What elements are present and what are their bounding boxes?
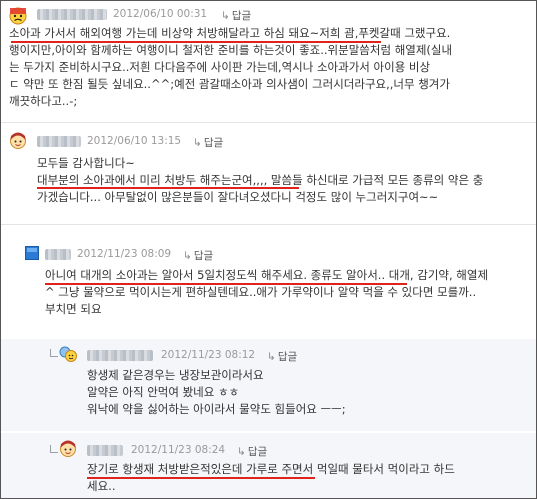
girl-face-avatar-icon [10,132,26,149]
reply-indent-marker [50,349,58,357]
reply-label: 답글 [193,250,214,262]
comment-line: 소아과 가서서 해외여행 가는데 비상약 처방해달라고 하심 돼요~저희 괌,푸… [9,26,451,40]
highlight-underline [11,41,381,43]
comment-line: 행이지만,아이와 함께하는 여행이니 철저한 준비를 하는것이 좋죠..위분말씀… [9,43,453,57]
comment-line: ^ 그냥 물약으로 먹이시는게 편하실텐데요..애가 가루약이나 알약 먹을 수… [45,285,477,299]
reply-arrow-icon: ↳ [183,250,192,262]
comment-line: 장기로 항생재 처방받은적있은데 가루로 주면서 먹일때 물타서 먹이라고 하드 [87,462,455,476]
reply-arrow-icon: ↳ [267,351,276,363]
comment-date: 2012/06/10 13:15 [87,135,182,147]
comment-body: 모두들 감사합니다~ 대부분의 소아과에서 미리 처방두 해주는군여,,,, 말… [37,155,483,206]
smiley-avatar-icon [59,346,77,362]
comment-line: 항생제 같은경우는 냉장보관이라서요 [87,368,264,382]
reply-arrow-icon: ↳ [221,10,230,22]
author-name-blurred[interactable] [45,249,71,260]
reply-label: 답글 [247,446,268,458]
comment-line: 는 두가지 준비하시구요..저흰 다다음주에 사이판 가는데,역시나 소아과가서… [9,60,431,74]
reply-label: 답글 [231,10,252,22]
author-name-blurred[interactable] [87,350,153,361]
reply-link[interactable]: ↳ 답글 [267,349,297,364]
comment-body: 아니여 대개의 소아과는 알아서 5일치정도씩 해주세요. 종류도 알아서.. … [45,267,488,318]
angry-face-avatar-icon [9,7,27,25]
reply-label: 답글 [203,137,224,149]
nested-reply-item: 2012/11/23 08:24 ↳ 답글 장기로 항생재 처방받은적있은데 가루… [1,433,536,498]
comment-line: 워낙에 약을 싫어하는 아이라서 물약도 힘들어요 ㅡㅡ; [87,402,346,416]
comment-date: 2012/06/10 00:31 [113,8,208,20]
author-name-blurred[interactable] [37,9,107,20]
highlight-underline [87,477,315,479]
reply-link[interactable]: ↳ 답글 [183,248,213,263]
author-name-blurred[interactable] [87,445,123,456]
comment-line: 아니여 대개의 소아과는 알아서 5일치정도씩 해주세요. 종류도 알아서.. … [45,268,489,282]
nested-reply-item: 2012/11/23 08:12 ↳ 답글 항생제 같은경우는 냉장보관이라서요 … [1,339,536,431]
comment-body: 소아과 가서서 해외여행 가는데 비상약 처방해달라고 하심 돼요~저희 괌,푸… [9,25,452,110]
comment-line: ㄷ 약만 또 한짐 될듯 싶네요..^^;예전 괌갈때소아과 의사샘이 그러시더… [9,77,450,91]
comment-line: 부치면 되요 [45,302,102,316]
comment-date: 2012/11/23 08:24 [131,444,226,456]
reply-link[interactable]: ↳ 답글 [237,444,267,459]
reply-link[interactable]: ↳ 답글 [193,135,223,150]
default-avatar-icon [25,246,39,260]
divider [1,224,536,225]
reply-label: 답글 [277,351,298,363]
reply-indent-marker [50,445,58,453]
highlight-underline [37,187,299,189]
comment-list: 2012/06/10 00:31 ↳ 답글 소아과 가서서 해외여행 가는데 비상… [0,0,537,499]
reply-arrow-icon: ↳ [193,137,202,149]
comment-body: 항생제 같은경우는 냉장보관이라서요 알약은 아직 안먹여 봤네요 ㅎㅎ 워낙에… [87,367,346,418]
comment-item: 2012/11/23 08:09 ↳ 답글 아니여 대개의 소아과는 알아서 5일… [1,237,536,337]
comment-line: 세요.. [87,479,116,493]
girl-face-avatar-icon [60,440,76,457]
comment-line: 가겠습니다... 아무탈없이 많은분들이 잘다녀오셨다니 걱정도 많이 누그러지… [37,190,439,204]
highlight-underline [45,283,407,285]
comment-date: 2012/11/23 08:09 [77,248,172,260]
comment-line: 알약은 아직 안먹여 봤네요 ㅎㅎ [87,385,240,399]
comment-date: 2012/11/23 08:12 [161,349,256,361]
comment-item: 2012/06/10 13:15 ↳ 답글 모두들 감사합니다~ 대부분의 소아과… [1,123,536,213]
reply-arrow-icon: ↳ [237,446,246,458]
reply-link[interactable]: ↳ 답글 [221,8,251,23]
comment-item: 2012/06/10 00:31 ↳ 답글 소아과 가서서 해외여행 가는데 비상… [1,1,536,119]
comment-line: 깨끗하다고..-; [9,94,78,108]
comment-line: 모두들 감사합니다~ [37,156,135,170]
author-name-blurred[interactable] [37,136,81,147]
